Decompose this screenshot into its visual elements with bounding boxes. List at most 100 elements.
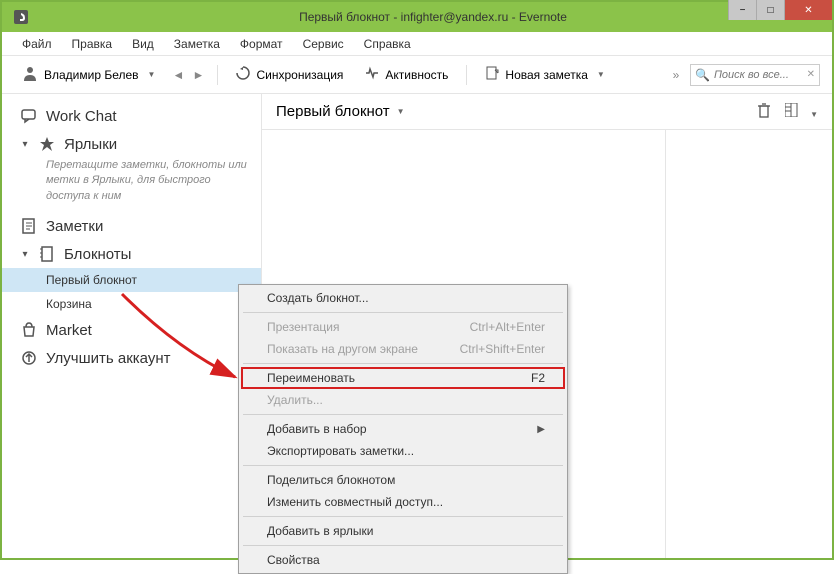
window-title: Первый блокнот - infighter@yandex.ru - E… [34,10,832,24]
sidebar-notebooks[interactable]: ▾ Блокноты [2,240,261,268]
upgrade-icon [20,349,38,367]
sidebar-workchat[interactable]: Work Chat [2,102,261,130]
view-toggle-button[interactable]: ▼ [785,103,818,121]
context-menu-shortcut: Ctrl+Alt+Enter [470,320,545,334]
context-menu-label: Показать на другом экране [267,342,418,356]
search-clear-icon[interactable]: ✕ [807,69,815,80]
search-input[interactable] [714,69,794,81]
shortcuts-hint: Перетащите заметки, блокноты или метки в… [2,158,261,212]
market-icon [20,321,38,339]
user-button[interactable]: Владимир Белев ▼ [14,62,163,87]
context-menu-label: Свойства [267,553,320,567]
collapse-icon[interactable]: ▾ [20,139,30,150]
context-menu-label: Добавить в набор [267,422,367,436]
notebook-title[interactable]: Первый блокнот [276,103,390,120]
context-menu-label: Создать блокнот... [267,291,369,305]
sidebar-shortcuts-label: Ярлыки [64,136,117,153]
context-menu-item[interactable]: Переименовать F2 [241,367,565,389]
context-menu-item[interactable]: Добавить в набор ▶ [241,418,565,440]
sidebar-upgrade-label: Улучшить аккаунт [46,350,170,367]
new-note-button[interactable]: Новая заметка ▼ [477,63,612,86]
context-menu-separator [243,545,563,546]
user-name: Владимир Белев [44,68,139,82]
context-menu-item[interactable]: Свойства [241,549,565,571]
minimize-button[interactable]: − [728,0,756,20]
context-menu-item: Показать на другом экране Ctrl+Shift+Ente… [241,338,565,360]
separator [217,65,218,85]
context-menu-separator [243,414,563,415]
sync-icon [236,66,250,83]
new-note-label: Новая заметка [505,68,587,82]
menubar: Файл Правка Вид Заметка Формат Сервис Сп… [2,32,832,56]
sidebar-trash-item[interactable]: Корзина [2,292,261,316]
menu-edit[interactable]: Правка [62,37,123,51]
toolbar-overflow-button[interactable]: » [668,68,684,82]
chevron-down-icon[interactable]: ▼ [397,107,405,116]
notebook-icon [38,245,56,263]
sidebar-notebooks-label: Блокноты [64,246,131,263]
chevron-down-icon: ▼ [597,70,605,79]
search-box[interactable]: 🔍 ✕ [690,64,820,86]
menu-file[interactable]: Файл [12,37,62,51]
close-button[interactable]: ✕ [784,0,832,20]
menu-format[interactable]: Формат [230,37,293,51]
context-menu-item[interactable]: Добавить в ярлыки [241,520,565,542]
sidebar-workchat-label: Work Chat [46,108,117,125]
new-note-icon [485,66,499,83]
trash-icon[interactable] [757,102,771,122]
context-menu-label: Изменить совместный доступ... [267,495,443,509]
activity-button[interactable]: Активность [357,63,456,86]
context-menu-separator [243,312,563,313]
sidebar-notebook-label: Первый блокнот [46,273,137,287]
activity-icon [365,66,379,83]
context-menu-item[interactable]: Изменить совместный доступ... [241,491,565,513]
context-menu-item: Удалить... [241,389,565,411]
sync-button[interactable]: Синхронизация [228,63,351,86]
activity-label: Активность [385,68,448,82]
context-menu-shortcut: Ctrl+Shift+Enter [460,342,545,356]
sidebar-upgrade[interactable]: Улучшить аккаунт [2,344,261,372]
sidebar: Work Chat ▾ Ярлыки Перетащите заметки, б… [2,94,262,558]
chevron-down-icon: ▼ [148,70,156,79]
context-menu-item: Презентация Ctrl+Alt+Enter [241,316,565,338]
context-menu-label: Добавить в ярлыки [267,524,373,538]
chat-icon [20,107,38,125]
avatar-icon [22,65,38,84]
chevron-down-icon: ▼ [810,110,818,119]
sidebar-shortcuts[interactable]: ▾ Ярлыки [2,130,261,158]
context-menu-label: Поделиться блокнотом [267,473,395,487]
note-icon [20,217,38,235]
menu-note[interactable]: Заметка [164,37,230,51]
context-menu-item[interactable]: Поделиться блокнотом [241,469,565,491]
search-icon: 🔍 [695,68,710,82]
titlebar: Первый блокнот - infighter@yandex.ru - E… [2,2,832,32]
context-menu-label: Презентация [267,320,340,334]
toolbar: Владимир Белев ▼ ◄ ► Синхронизация Актив… [2,56,832,94]
context-menu-item[interactable]: Создать блокнот... [241,287,565,309]
nav-forward-button[interactable]: ► [189,66,207,84]
context-menu-label: Экспортировать заметки... [267,444,414,458]
sidebar-market-label: Market [46,322,92,339]
menu-tools[interactable]: Сервис [293,37,354,51]
content-header: Первый блокнот ▼ ▼ [262,94,832,130]
collapse-icon[interactable]: ▾ [20,249,30,260]
separator [466,65,467,85]
submenu-arrow-icon: ▶ [537,424,545,435]
context-menu: Создать блокнот... Презентация Ctrl+Alt+En… [238,284,568,574]
context-menu-shortcut: F2 [531,371,545,385]
nav-back-button[interactable]: ◄ [169,66,187,84]
sidebar-trash-label: Корзина [46,297,92,311]
context-menu-separator [243,363,563,364]
maximize-button[interactable]: □ [756,0,784,20]
context-menu-item[interactable]: Экспортировать заметки... [241,440,565,462]
sidebar-notebook-item[interactable]: Первый блокнот [2,268,261,292]
context-menu-label: Удалить... [267,393,323,407]
menu-help[interactable]: Справка [354,37,421,51]
sidebar-notes[interactable]: Заметки [2,212,261,240]
context-menu-separator [243,516,563,517]
sidebar-market[interactable]: Market [2,316,261,344]
star-icon [38,135,56,153]
menu-view[interactable]: Вид [122,37,164,51]
sidebar-notes-label: Заметки [46,218,103,235]
context-menu-label: Переименовать [267,371,355,385]
